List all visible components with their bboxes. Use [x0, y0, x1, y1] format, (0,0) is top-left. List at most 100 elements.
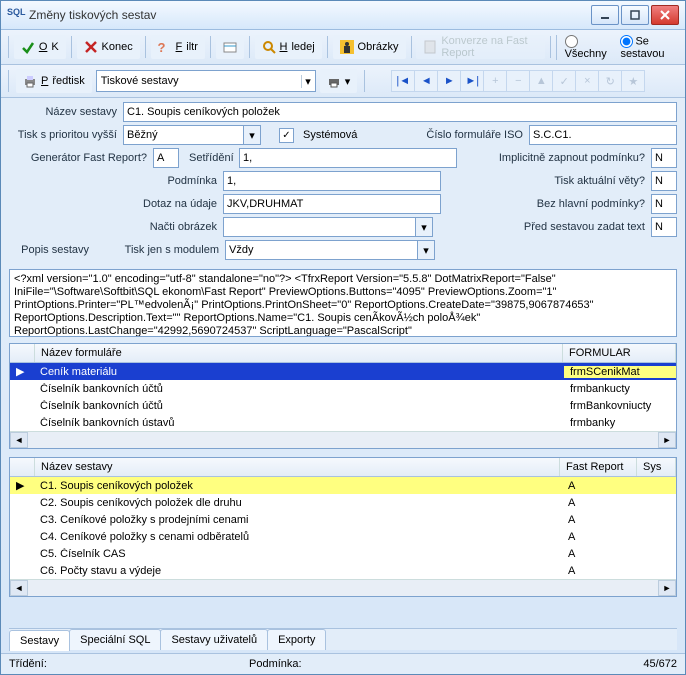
reports-grid: Název sestavy Fast Report Sys ▶C1. Soupi… [9, 457, 677, 597]
chevron-down-icon: ▾ [301, 75, 311, 88]
konec-button[interactable]: Konec [77, 35, 140, 59]
printer-icon [23, 74, 37, 88]
sesestavou-radio[interactable]: Se sestavou [620, 35, 681, 60]
search-icon [262, 40, 276, 54]
predse-label: Před sestavou zadat text [524, 221, 645, 233]
obrazky-label: Obrázky [358, 41, 399, 53]
nazev-field[interactable]: C1. Soupis ceníkových položek [123, 102, 677, 122]
impl-label: Implicitně zapnout podmínku? [499, 152, 645, 164]
aktvety-field[interactable]: N [651, 171, 677, 191]
dotaz-field[interactable]: JKV,DRUHMAT [223, 194, 441, 214]
nav-next[interactable]: ► [437, 70, 461, 92]
nav-edit: ▲ [529, 70, 553, 92]
tab-sest-uziv[interactable]: Sestavy uživatelů [160, 629, 268, 650]
systemova-check[interactable]: ✓ [279, 128, 294, 143]
chevron-down-icon[interactable]: ▾ [418, 240, 435, 260]
window-title: Změny tiskových sestav [29, 8, 591, 22]
print-button[interactable]: ▾ [320, 69, 358, 93]
table-row[interactable]: C4. Ceníkové položky s cenami odběratelů… [10, 528, 676, 545]
dotaz-label: Dotaz na údaje [9, 198, 217, 210]
chevron-down-icon[interactable]: ▾ [244, 125, 261, 145]
navigator: |◄ ◄ ► ►| + − ▲ ✓ × ↻ ★ [392, 70, 645, 92]
table-row[interactable]: Číselník bankovních účtůfrmbankucty [10, 380, 676, 397]
konverze-label: Konverze na Fast Report [441, 35, 537, 59]
vsechny-radio[interactable]: Všechny [565, 35, 611, 60]
obrazky-button[interactable]: Obrázky [333, 35, 406, 59]
chevron-down-icon[interactable]: ▾ [416, 217, 433, 237]
tiskmod-label: Tisk jen s modulem [95, 244, 219, 256]
reports-col3[interactable]: Sys [637, 458, 676, 476]
nactiobr-label: Načti obrázek [9, 221, 217, 233]
nav-cancel: × [575, 70, 599, 92]
ok-button[interactable]: OOKK [14, 35, 66, 59]
cislo-field[interactable]: S.C.C1. [529, 125, 677, 145]
x-icon [84, 40, 98, 54]
konec-label: Konec [102, 41, 133, 53]
forms-hscroll[interactable]: ◄► [10, 431, 676, 448]
nav-refresh: ↻ [598, 70, 622, 92]
nav-last[interactable]: ►| [460, 70, 484, 92]
reports-col1[interactable]: Název sestavy [35, 458, 560, 476]
systemova-label: Systémová [303, 129, 357, 141]
unknown-button[interactable] [216, 35, 244, 59]
question-icon: ? [158, 40, 172, 54]
card-icon [223, 40, 237, 54]
podm-label: Podmínka [9, 175, 217, 187]
tab-sestavy[interactable]: Sestavy [9, 630, 70, 651]
konverze-button: Konverze na Fast Report [416, 35, 544, 59]
tab-exporty[interactable]: Exporty [267, 629, 326, 650]
reports-col2[interactable]: Fast Report [560, 458, 637, 476]
filtr-button[interactable]: ?Filtr [151, 35, 205, 59]
nav-first[interactable]: |◄ [391, 70, 415, 92]
printer2-icon [327, 74, 341, 88]
forms-col1[interactable]: Název formuláře [35, 344, 563, 362]
predse-field[interactable]: N [651, 217, 677, 237]
status-count: 45/672 [643, 658, 677, 670]
predtisk-button[interactable]: Předtisk [16, 69, 92, 93]
check-icon [21, 40, 35, 54]
nav-add: + [483, 70, 507, 92]
close-button[interactable] [651, 5, 679, 25]
table-row[interactable]: C3. Ceníkové položky s prodejními cenami… [10, 511, 676, 528]
maximize-button[interactable] [621, 5, 649, 25]
table-row[interactable]: C5. Číselník CASA [10, 545, 676, 562]
tab-sql[interactable]: Speciální SQL [69, 629, 161, 650]
aktvety-label: Tisk aktuální věty? [554, 175, 645, 187]
status-bar: Třídění: Podmínka: 45/672 [1, 653, 685, 674]
table-row[interactable]: ▶Ceník materiálufrmSCenikMat [10, 363, 676, 380]
titlebar: SQL Změny tiskových sestav [1, 1, 685, 30]
bottom-tabs: Sestavy Speciální SQL Sestavy uživatelů … [9, 628, 677, 650]
bezhl-label: Bez hlavní podmínky? [537, 198, 645, 210]
tiskmod-field[interactable]: Vždy [225, 240, 418, 260]
bezhl-field[interactable]: N [651, 194, 677, 214]
doc-icon [423, 40, 437, 54]
forms-col2[interactable]: FORMULAR [563, 344, 676, 362]
table-row[interactable]: Číselník bankovních ústavůfrmbanky [10, 414, 676, 431]
app-icon: SQL [7, 7, 23, 23]
impl-field[interactable]: N [651, 148, 677, 168]
table-row[interactable]: C2. Soupis ceníkových položek dle druhuA [10, 494, 676, 511]
secondary-toolbar: Předtisk Tiskové sestavy▾ ▾ |◄ ◄ ► ►| + … [1, 65, 685, 98]
reports-hscroll[interactable]: ◄► [10, 579, 676, 596]
hledej-button[interactable]: Hledej [255, 35, 322, 59]
forms-grid: Název formuláře FORMULAR ▶Ceník materiál… [9, 343, 677, 449]
setrideni-label: Setřídění [189, 152, 233, 164]
table-row[interactable]: C6. Počty stavu a výdejeA [10, 562, 676, 579]
minimize-button[interactable] [591, 5, 619, 25]
tiskove-combo[interactable]: Tiskové sestavy▾ [96, 70, 316, 92]
nazev-label: Název sestavy [9, 106, 117, 118]
status-podm: Podmínka: [249, 658, 643, 670]
xml-view[interactable]: <?xml version="1.0" encoding="utf-8" sta… [9, 269, 677, 337]
tiskprior-label: Tisk s prioritou vyšší [9, 129, 117, 141]
nav-prev[interactable]: ◄ [414, 70, 438, 92]
table-row[interactable]: Číselník bankovních účtůfrmBankovniucty [10, 397, 676, 414]
nav-bookmark: ★ [621, 70, 645, 92]
nactiobr-field[interactable] [223, 217, 416, 237]
podm-field[interactable]: 1, [223, 171, 441, 191]
genfr-field[interactable]: A [153, 148, 179, 168]
person-icon [340, 40, 354, 54]
table-row[interactable]: ▶C1. Soupis ceníkových položekA [10, 477, 676, 494]
nav-del: − [506, 70, 530, 92]
setrideni-field[interactable]: 1, [239, 148, 457, 168]
tiskprior-field[interactable]: Běžný [123, 125, 244, 145]
